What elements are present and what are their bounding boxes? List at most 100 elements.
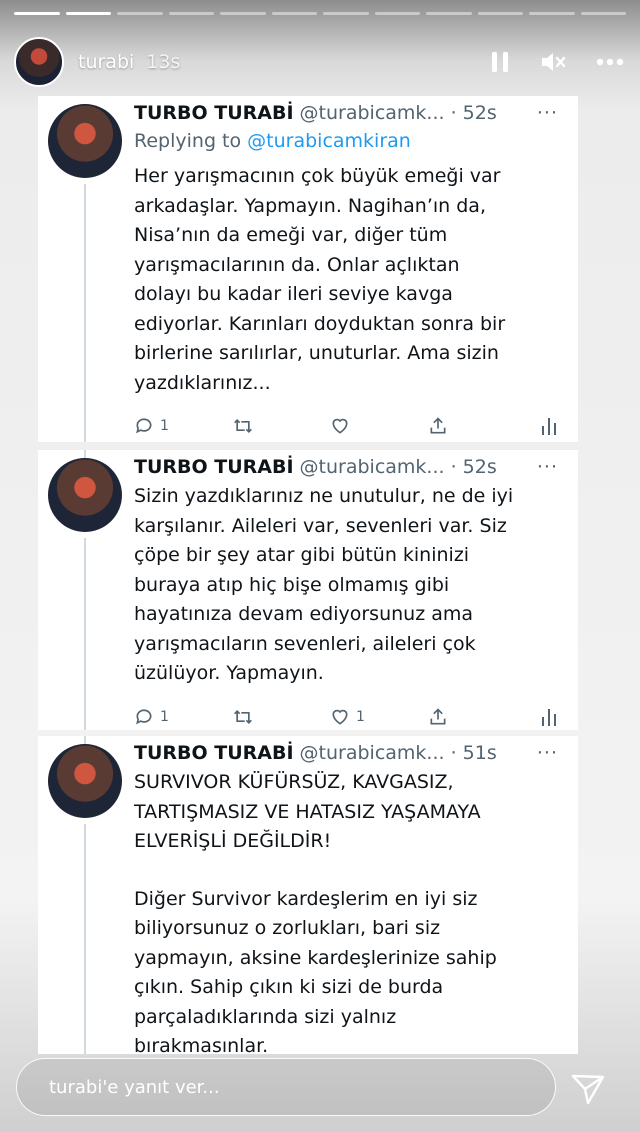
replying-label: Replying to <box>134 130 242 152</box>
tweet-avatar[interactable] <box>48 744 122 818</box>
tweet-header: TURBO TURABİ @turabicamk... · 51s ··· <box>134 736 558 764</box>
story-username[interactable]: turabi <box>78 51 134 73</box>
progress-segment <box>323 12 369 15</box>
progress-segment <box>580 12 626 15</box>
tweet-line: yarışmacılarının da. Onlar açlıktan <box>134 253 460 276</box>
tweet[interactable]: TURBO TURABİ @turabicamk... · 51s ··· SU… <box>38 736 578 1062</box>
send-icon <box>571 1074 605 1105</box>
progress-segment <box>529 12 575 15</box>
tweet-line: ELVERİŞLİ DEĞİLDİR! <box>134 830 332 852</box>
tweet-line: buraya atıp hiç bişe olmamış gibi <box>134 573 450 596</box>
tweet-text: Sizin yazdıklarınız ne unutulur, ne de i… <box>134 482 558 689</box>
reply-count: 1 <box>160 708 169 725</box>
tweet-line: parçaladıklarında sizi yalnız <box>134 1005 397 1028</box>
tweet-line: çıkın. Sahip çıkın ki sizi de burda <box>134 976 444 998</box>
analytics-button[interactable] <box>540 416 558 436</box>
share-button[interactable] <box>428 707 526 727</box>
story-header: turabi 13s <box>14 36 624 88</box>
reply-button[interactable]: 1 <box>134 416 232 436</box>
tweet-time: · 51s <box>450 742 497 764</box>
heart-icon <box>332 418 348 434</box>
replying-mention-link[interactable]: @turabicamkiran <box>247 130 411 152</box>
tweet-actions: 1 1 <box>134 697 558 737</box>
tweet-header: TURBO TURABİ @turabicamk... · 52s ··· <box>134 450 558 478</box>
heart-icon <box>332 709 348 725</box>
tweet-line: yazdıklarınız... <box>134 371 271 394</box>
tweet-more-icon[interactable]: ··· <box>537 102 558 124</box>
tweet-more-icon[interactable]: ··· <box>537 456 558 478</box>
tweet-text: SURVIVOR KÜFÜRSÜZ, KAVGASIZ, TARTIŞMASIZ… <box>134 768 558 1062</box>
tweet-handle: @turabicamk... <box>299 456 445 478</box>
tweet-display-name[interactable]: TURBO TURABİ <box>134 456 294 478</box>
tweet-card: TURBO TURABİ @turabicamk... · 51s ··· SU… <box>38 736 578 1057</box>
tweet-display-name[interactable]: TURBO TURABİ <box>134 742 294 764</box>
tweet[interactable]: TURBO TURABİ @turabicamk... · 52s ··· Re… <box>38 96 578 446</box>
tweet-line: ediyorlar. Karınları doyduktan sonra bir <box>134 312 506 335</box>
tweet-line: Sizin yazdıklarınız ne unutulur, ne de i… <box>134 485 514 507</box>
more-options-icon[interactable] <box>596 58 624 66</box>
tweet[interactable]: TURBO TURABİ @turabicamk... · 52s ··· Si… <box>38 450 578 737</box>
progress-segment <box>426 12 472 15</box>
tweet-handle: @turabicamk... <box>299 102 445 124</box>
story-time: 13s <box>146 51 181 73</box>
analytics-icon <box>542 418 556 435</box>
tweet-time: · 52s <box>450 102 497 124</box>
reply-icon <box>136 418 152 434</box>
tweet-line: SURVIVOR KÜFÜRSÜZ, KAVGASIZ, <box>134 771 454 793</box>
tweet-line: hayatınıza devam ediyorsunuz ama <box>134 603 474 625</box>
tweet-line: biliyorsunuz o zorlukları, bari siz <box>134 917 441 939</box>
tweet-text: Her yarışmacının çok büyük emeği var ark… <box>134 162 558 398</box>
tweet-line: TARTIŞMASIZ VE HATASIZ YAŞAMAYA <box>134 800 481 823</box>
progress-segment <box>117 12 163 15</box>
like-count: 1 <box>356 708 365 725</box>
share-icon <box>430 417 446 434</box>
tweet-card: TURBO TURABİ @turabicamk... · 52s ··· Si… <box>38 450 578 730</box>
send-button[interactable] <box>570 1072 606 1110</box>
story-avatar[interactable] <box>14 37 64 87</box>
retweet-icon <box>234 418 252 434</box>
tweet-time: · 52s <box>450 456 497 478</box>
reply-button[interactable]: 1 <box>134 707 232 727</box>
tweet-card: TURBO TURABİ @turabicamk... · 52s ··· Re… <box>38 96 578 442</box>
mute-icon[interactable] <box>540 50 566 74</box>
progress-segment <box>374 12 420 15</box>
like-button[interactable] <box>330 416 428 436</box>
tweet-avatar[interactable] <box>48 458 122 532</box>
tweet-line: Nisa’nın da emeği var, diğer tüm <box>134 224 448 246</box>
analytics-button[interactable] <box>540 707 558 727</box>
tweet-avatar[interactable] <box>48 104 122 178</box>
reply-icon <box>136 708 152 724</box>
progress-segment <box>65 12 111 15</box>
tweet-line: yarışmacıların sevenleri, aileleri çok <box>134 632 476 655</box>
tweet-line: birlerine sarılırlar, unuturlar. Ama siz… <box>134 342 499 364</box>
tweet-line: karşılanır. Aileleri var, sevenleri var.… <box>134 514 507 537</box>
progress-segment <box>168 12 214 15</box>
like-button[interactable]: 1 <box>330 707 428 727</box>
share-icon <box>430 707 446 724</box>
share-button[interactable] <box>428 416 526 436</box>
progress-segment <box>477 12 523 15</box>
reply-count: 1 <box>160 418 169 434</box>
tweet-actions: 1 <box>134 406 558 446</box>
tweet-line: çöpe bir şey atar gibi bütün kininizi <box>134 544 470 566</box>
tweet-line: üzülüyor. Yapmayın. <box>134 662 324 684</box>
tweet-display-name[interactable]: TURBO TURABİ <box>134 102 294 124</box>
progress-segment <box>271 12 317 15</box>
reply-placeholder: turabi'e yanıt ver... <box>49 1076 220 1098</box>
retweet-button[interactable] <box>232 416 330 436</box>
tweet-line: yapmayın, aksine kardeşlerinize sahip <box>134 946 497 969</box>
story-reply-input[interactable]: turabi'e yanıt ver... <box>16 1058 556 1116</box>
progress-segment <box>14 12 60 15</box>
tweet-more-icon[interactable]: ··· <box>537 742 558 764</box>
retweet-button[interactable] <box>232 707 330 727</box>
tweet-header: TURBO TURABİ @turabicamk... · 52s ··· <box>134 96 558 124</box>
pause-icon[interactable] <box>490 50 510 74</box>
analytics-icon <box>542 708 556 726</box>
tweet-line: arkadaşlar. Yapmayın. Nagihan’ın da, <box>134 194 486 217</box>
tweet-line: dolayı bu kadar ileri seviye kavga <box>134 283 453 305</box>
progress-segment <box>220 12 266 15</box>
replying-to: Replying to @turabicamkiran <box>134 130 558 152</box>
story-progress <box>14 12 626 15</box>
tweet-line: Diğer Survivor kardeşlerim en iyi siz <box>134 887 478 910</box>
tweet-line: Her yarışmacının çok büyük emeği var <box>134 165 501 187</box>
